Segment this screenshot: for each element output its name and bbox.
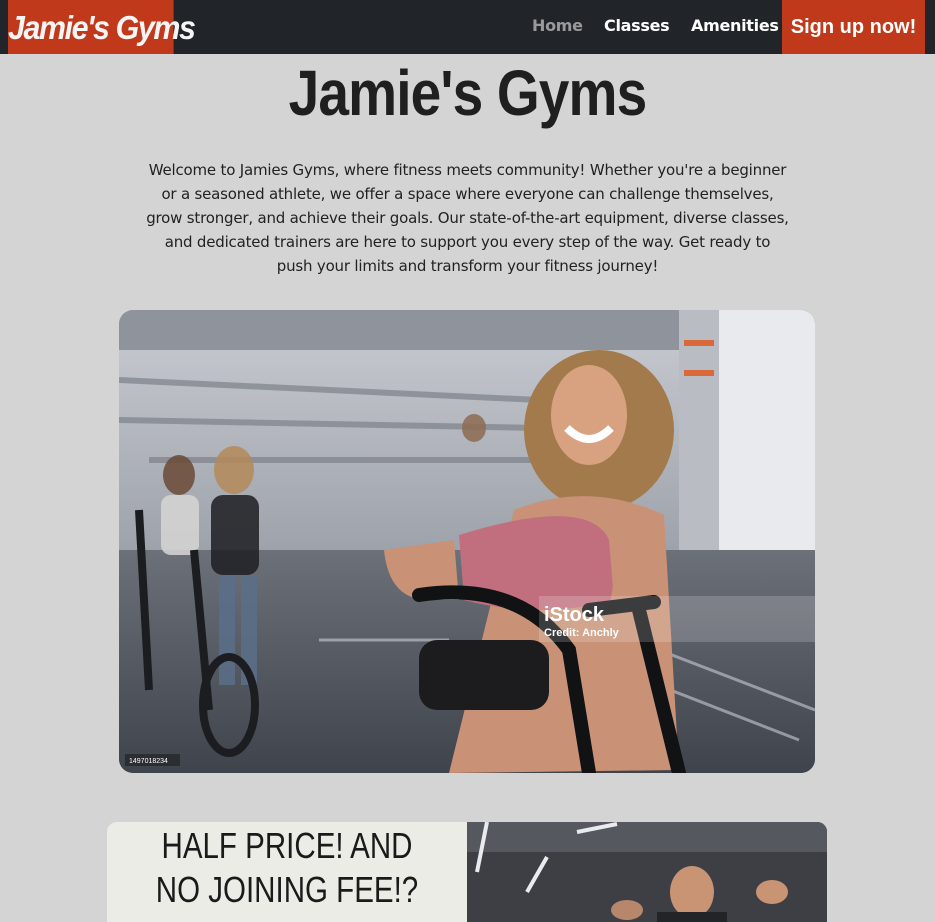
watermark-text: iStock	[544, 604, 605, 626]
promo-photo-illustration	[467, 822, 827, 922]
intro-paragraph: Welcome to Jamies Gyms, where fitness me…	[146, 161, 789, 275]
signup-button[interactable]: Sign up now!	[782, 0, 925, 54]
promo-headline: HALF PRICE! AND NO JOINING FEE!?	[107, 822, 467, 922]
page-title: Jamie's Gyms	[288, 57, 648, 129]
hero-photo-illustration: iStock Credit: Anchly 1497018234	[119, 310, 815, 773]
nav-link-classes[interactable]: Classes	[604, 16, 670, 35]
nav-link-home[interactable]: Home	[532, 16, 583, 35]
promo-banner: HALF PRICE! AND NO JOINING FEE!?	[107, 822, 827, 922]
photo-credit: Credit: Anchly	[544, 627, 620, 639]
brand-logo[interactable]: Jamie's Gyms	[8, 0, 196, 54]
stock-id: 1497018234	[129, 758, 168, 765]
hero-image: iStock Credit: Anchly 1497018234	[119, 310, 815, 773]
nav-link-amenities[interactable]: Amenities	[691, 16, 779, 35]
promo-image	[467, 822, 827, 922]
top-navbar: Jamie's Gyms Home Classes Amenities Sign…	[0, 0, 935, 54]
